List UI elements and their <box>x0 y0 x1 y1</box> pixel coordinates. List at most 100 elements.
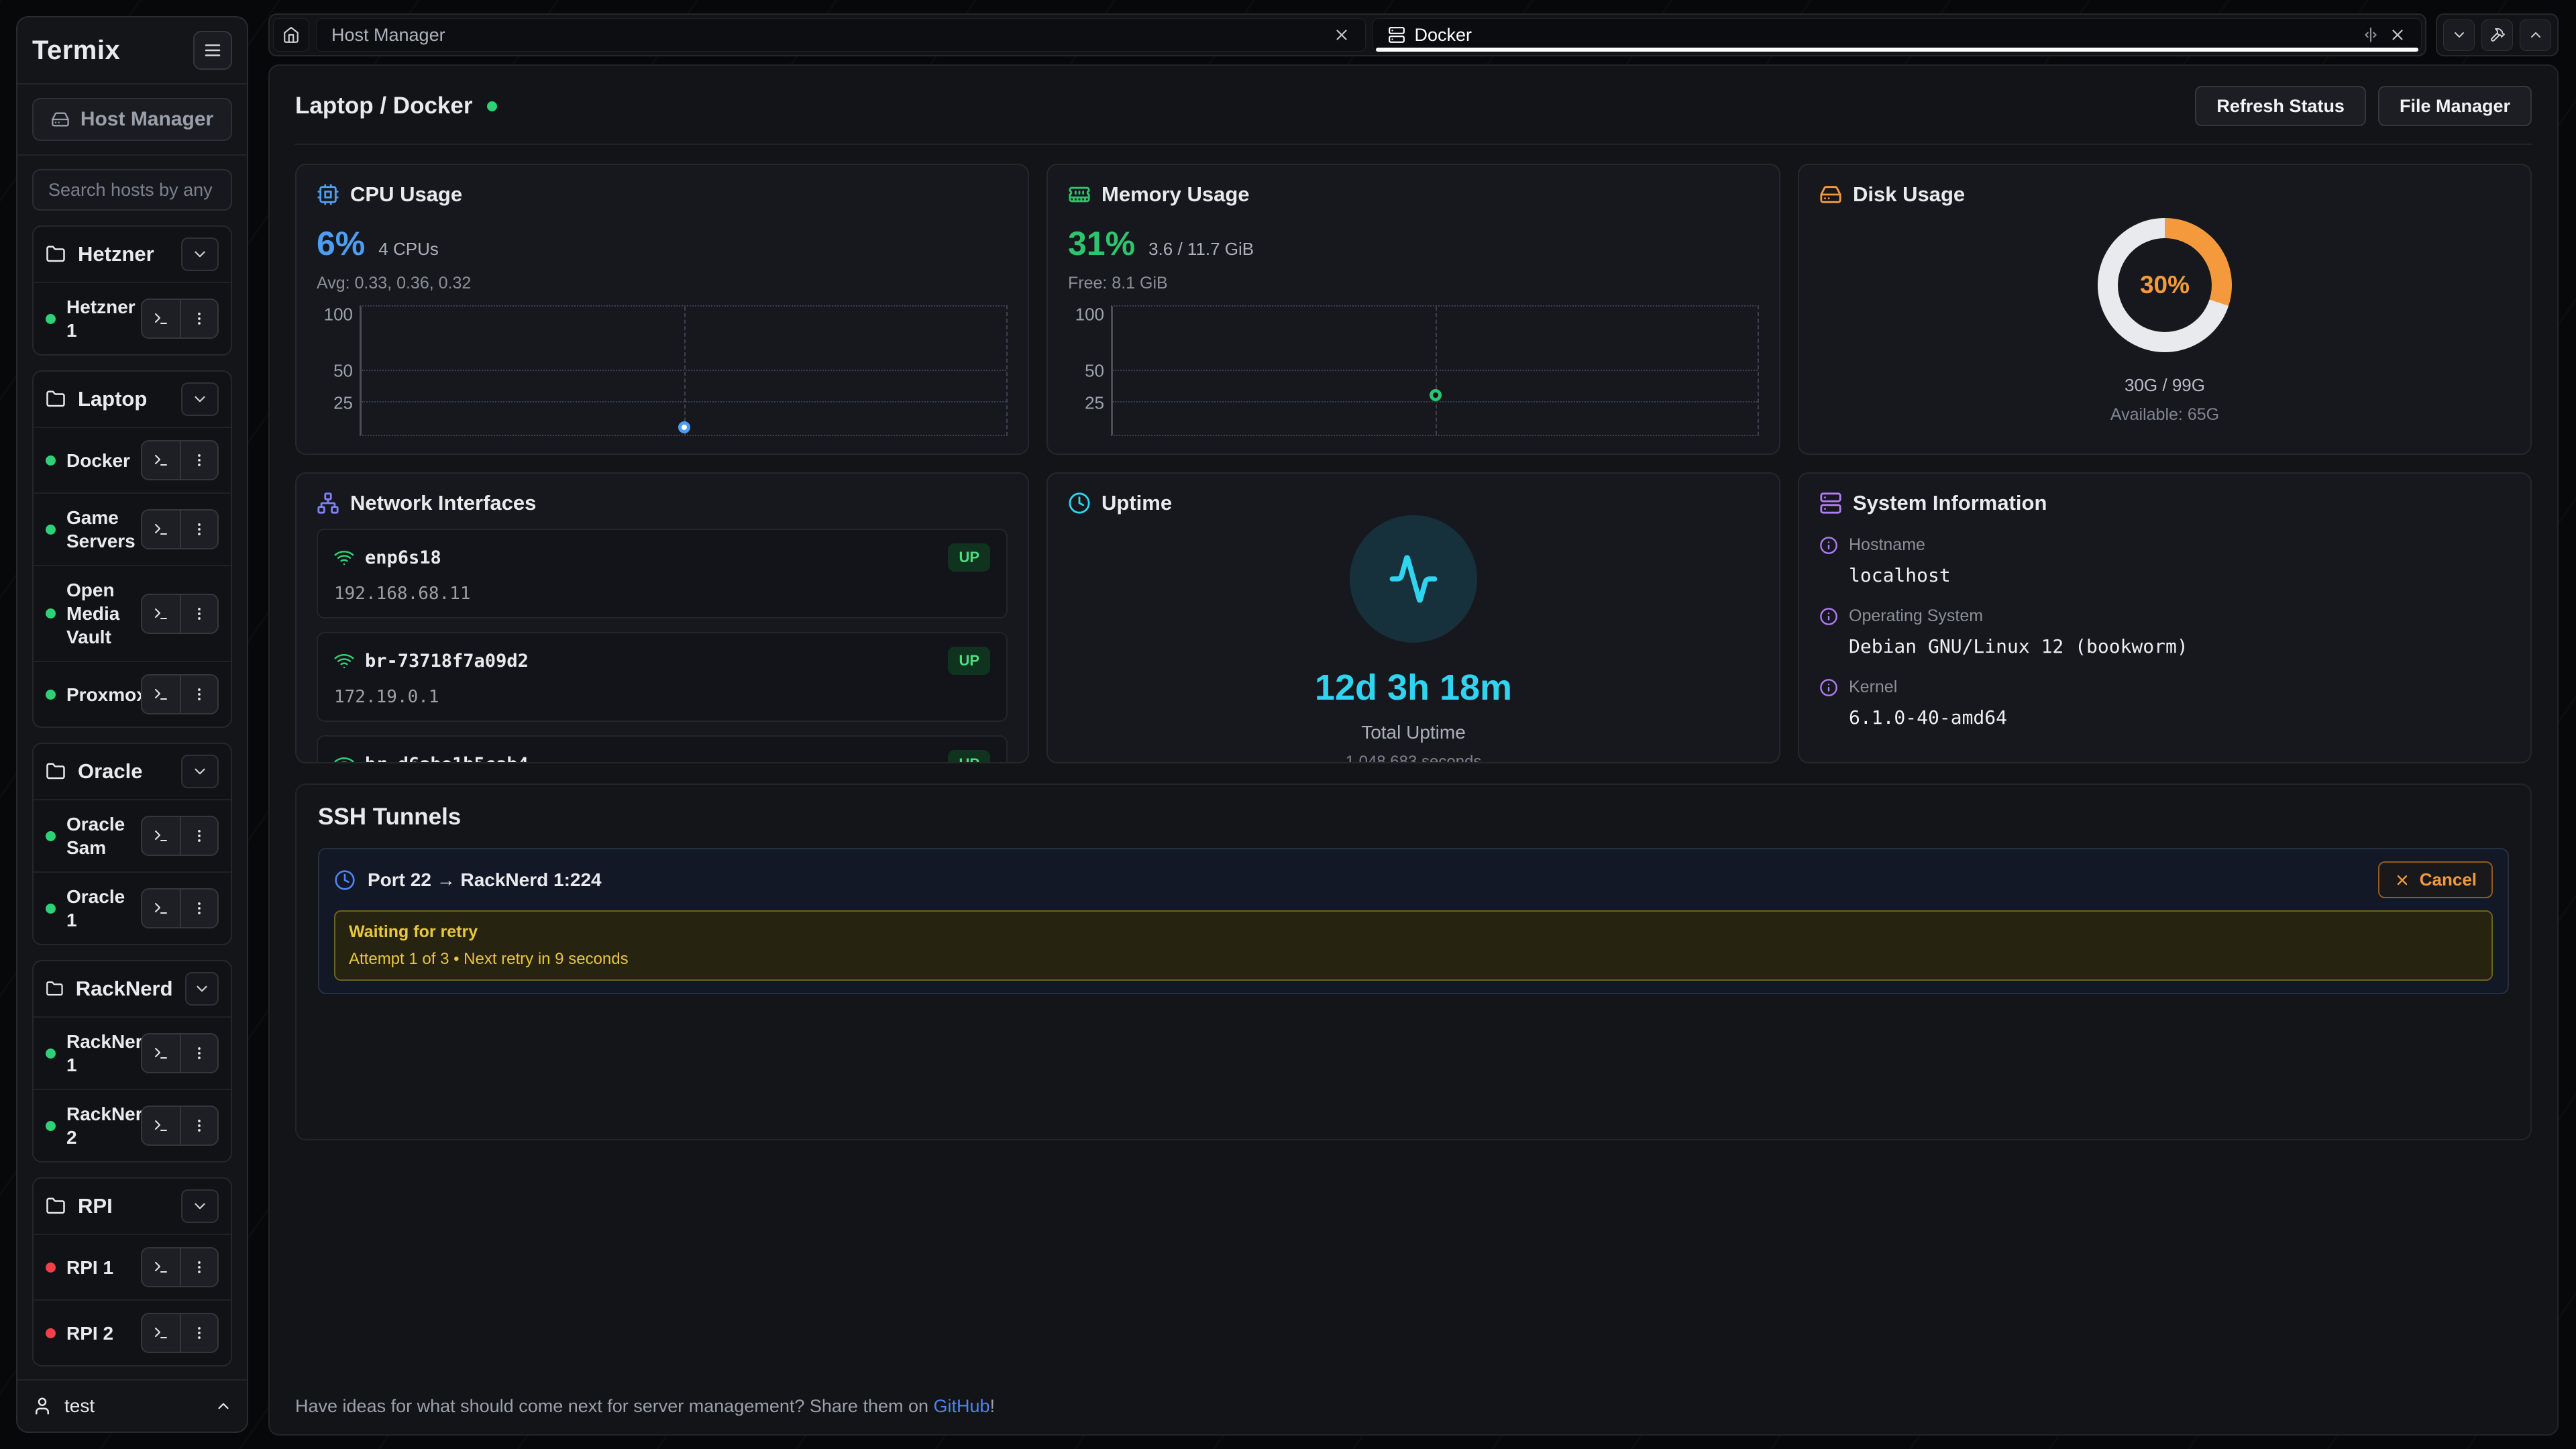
info-icon <box>1819 678 1838 697</box>
status-dot-online <box>46 525 56 535</box>
username: test <box>64 1395 203 1417</box>
sidebar-menu-button[interactable] <box>193 31 232 70</box>
refresh-status-button[interactable]: Refresh Status <box>2195 86 2366 126</box>
terminal-button[interactable] <box>142 817 180 855</box>
wifi-icon <box>334 651 354 671</box>
tab-strip: Host Manager Docker <box>268 13 2426 56</box>
uptime-label: Total Uptime <box>1361 722 1466 743</box>
host-row-oracle-sam[interactable]: Oracle Sam <box>34 799 231 871</box>
host-group-oracle: Oracle Oracle Sam Oracle 1 <box>32 743 232 945</box>
host-row-rpi-2[interactable]: RPI 2 <box>34 1299 231 1365</box>
cancel-tunnel-button[interactable]: Cancel <box>2378 861 2493 898</box>
group-collapse-button[interactable] <box>181 1189 219 1223</box>
memory-icon <box>1068 183 1091 206</box>
group-name: RackNerd <box>76 977 173 1001</box>
group-name: Hetzner <box>78 242 169 266</box>
terminal-button[interactable] <box>142 511 180 548</box>
host-row-racknerd-2[interactable]: RackNerd 2 <box>34 1089 231 1161</box>
hamburger-icon <box>203 40 223 60</box>
terminal-button[interactable] <box>142 1314 180 1352</box>
terminal-button[interactable] <box>142 300 180 337</box>
github-link[interactable]: GitHub <box>934 1396 990 1416</box>
host-row-oracle-1[interactable]: Oracle 1 <box>34 871 231 944</box>
group-header-oracle[interactable]: Oracle <box>34 744 231 799</box>
host-row-rpi-1[interactable]: RPI 1 <box>34 1234 231 1299</box>
terminal-button[interactable] <box>142 676 180 713</box>
host-actions <box>141 1106 219 1146</box>
close-tab-icon[interactable] <box>2389 26 2406 44</box>
user-icon <box>32 1396 52 1416</box>
group-collapse-button[interactable] <box>181 382 219 416</box>
terminal-icon <box>153 521 169 537</box>
collapse-button[interactable] <box>2443 19 2475 51</box>
host-groups: Hetzner Hetzner 1 Laptop <box>17 216 247 1379</box>
group-header-laptop[interactable]: Laptop <box>34 372 231 427</box>
server-icon <box>1388 26 1405 44</box>
host-menu-button[interactable] <box>180 1248 217 1286</box>
cancel-label: Cancel <box>2420 869 2477 890</box>
file-manager-button[interactable]: File Manager <box>2378 86 2532 126</box>
host-menu-button[interactable] <box>180 817 217 855</box>
card-title: Disk Usage <box>1853 182 1965 207</box>
system-information-card: System Information Hostname localhost Op… <box>1798 472 2532 763</box>
group-header-rpi[interactable]: RPI <box>34 1179 231 1234</box>
expand-button[interactable] <box>2520 19 2551 51</box>
y-tick: 25 <box>1085 393 1104 414</box>
stats-grid: CPU Usage 6% 4 CPUs Avg: 0.33, 0.36, 0.3… <box>295 164 2532 763</box>
host-row-open-media-vault[interactable]: Open Media Vault <box>34 565 231 661</box>
card-title: Uptime <box>1102 491 1172 515</box>
group-collapse-button[interactable] <box>181 237 219 271</box>
home-button[interactable] <box>273 18 309 52</box>
terminal-button[interactable] <box>142 1034 180 1072</box>
host-menu-button[interactable] <box>180 511 217 548</box>
tools-button[interactable] <box>2481 19 2513 51</box>
group-collapse-button[interactable] <box>181 755 219 788</box>
chevron-down-icon <box>191 763 209 780</box>
host-menu-button[interactable] <box>180 676 217 713</box>
host-menu-button[interactable] <box>180 1314 217 1352</box>
terminal-button[interactable] <box>142 1107 180 1144</box>
terminal-button[interactable] <box>142 1248 180 1286</box>
y-tick: 100 <box>324 305 353 325</box>
close-tab-icon[interactable] <box>1333 26 1350 44</box>
terminal-button[interactable] <box>142 441 180 479</box>
host-menu-button[interactable] <box>180 300 217 337</box>
y-tick: 25 <box>333 393 353 414</box>
split-view-icon[interactable] <box>2362 26 2379 44</box>
terminal-icon <box>153 606 169 622</box>
host-row-game-servers[interactable]: Game Servers <box>34 492 231 565</box>
kebab-menu-icon <box>191 828 207 844</box>
host-row-racknerd-1[interactable]: RackNerd 1 <box>34 1016 231 1089</box>
search-input[interactable] <box>32 169 232 211</box>
status-dot-online <box>487 101 497 111</box>
host-menu-button[interactable] <box>180 1034 217 1072</box>
host-menu-button[interactable] <box>180 595 217 633</box>
tab-label: Host Manager <box>331 25 1324 46</box>
tab-docker[interactable]: Docker <box>1373 18 2422 52</box>
warning-detail: Attempt 1 of 3 • Next retry in 9 seconds <box>349 950 2478 969</box>
host-menu-button[interactable] <box>180 441 217 479</box>
group-collapse-button[interactable] <box>185 972 219 1006</box>
tab-host-manager[interactable]: Host Manager <box>316 18 1366 52</box>
host-menu-button[interactable] <box>180 890 217 927</box>
host-row-docker[interactable]: Docker <box>34 427 231 492</box>
host-manager-nav-button[interactable]: Host Manager <box>32 98 232 141</box>
group-header-hetzner[interactable]: Hetzner <box>34 227 231 282</box>
sidebar: Termix Host Manager Hetzner <box>16 16 248 1433</box>
card-title: Network Interfaces <box>350 491 536 515</box>
group-header-racknerd[interactable]: RackNerd <box>34 961 231 1016</box>
terminal-icon <box>153 1045 169 1061</box>
disk-used-total: 30G / 99G <box>2125 375 2205 396</box>
server-icon <box>1819 492 1842 515</box>
status-dot-online <box>46 831 56 841</box>
kebab-menu-icon <box>191 452 207 468</box>
host-menu-button[interactable] <box>180 1107 217 1144</box>
user-menu[interactable]: test <box>17 1379 247 1432</box>
terminal-button[interactable] <box>142 595 180 633</box>
host-row-hetzner-1[interactable]: Hetzner 1 <box>34 282 231 354</box>
terminal-button[interactable] <box>142 890 180 927</box>
host-actions <box>141 440 219 480</box>
cpu-plot-area <box>360 305 1008 436</box>
host-row-proxmox[interactable]: Proxmox <box>34 661 231 727</box>
host-name: RackNerd 1 <box>66 1030 130 1077</box>
